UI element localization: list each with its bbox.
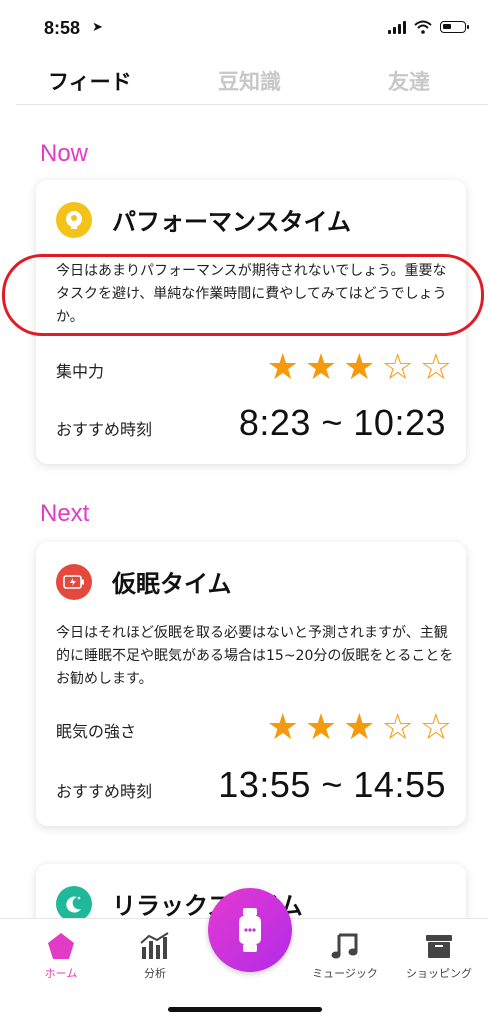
star-empty-icon: ☆: [381, 347, 414, 388]
time-label: おすすめ時刻: [56, 782, 153, 801]
section-next-label: Next: [40, 500, 90, 527]
rating-label: 眠気の強さ: [56, 722, 137, 741]
home-indicator: [168, 1007, 322, 1012]
time-range: 13:55 ~ 14:55: [218, 764, 446, 805]
time-label: おすすめ時刻: [56, 420, 153, 439]
card-title: パフォーマンスタイム: [112, 208, 352, 236]
nav-home-label: ホーム: [44, 967, 78, 980]
nav-shopping-label: ショッピング: [406, 967, 472, 980]
star-filled-icon: ★: [343, 347, 376, 388]
star-filled-icon: ★: [343, 707, 376, 748]
signal-icon: [388, 20, 406, 34]
card-title: 仮眠タイム: [112, 570, 232, 598]
nav-shopping[interactable]: ショッピング: [394, 927, 484, 981]
star-filled-icon: ★: [266, 347, 299, 388]
rating-stars: ★ ★ ★ ☆ ☆: [267, 710, 452, 746]
tabs-divider: [16, 104, 488, 105]
star-empty-icon: ☆: [419, 707, 452, 748]
music-note-icon: [300, 927, 390, 965]
time-range: 8:23 ~ 10:23: [238, 402, 446, 443]
status-icons: [388, 20, 469, 34]
shopping-box-icon: [394, 927, 484, 965]
top-tabs: フィード 豆知識 友達: [0, 60, 488, 106]
star-empty-icon: ☆: [381, 707, 414, 748]
status-bar: 8:58 ➤: [0, 0, 488, 56]
nav-analysis-label: 分析: [144, 967, 166, 980]
center-watch-button[interactable]: [208, 888, 292, 972]
nav-music[interactable]: ミュージック: [300, 927, 390, 981]
tab-friends[interactable]: 友達: [388, 66, 430, 96]
nav-home[interactable]: ホーム: [16, 927, 106, 981]
nap-card[interactable]: 仮眠タイム 今日はそれほど仮眠を取る必要はないと予測されますが、主観的に睡眠不足…: [36, 542, 466, 826]
nav-music-label: ミュージック: [312, 967, 378, 980]
star-filled-icon: ★: [266, 707, 299, 748]
nav-analysis[interactable]: 分析: [110, 927, 200, 981]
chart-icon: [110, 927, 200, 965]
location-arrow-icon: ➤: [92, 20, 103, 35]
tab-trivia[interactable]: 豆知識: [218, 66, 281, 96]
home-pentagon-icon: [16, 927, 106, 965]
star-filled-icon: ★: [304, 347, 338, 388]
tab-feed[interactable]: フィード: [48, 66, 132, 96]
highlight-annotation: [2, 254, 484, 336]
battery-icon: [440, 21, 469, 33]
status-time: 8:58: [44, 18, 81, 38]
wifi-icon: [414, 20, 432, 34]
star-empty-icon: ☆: [419, 347, 452, 388]
rating-stars: ★ ★ ★ ☆ ☆: [267, 350, 452, 386]
rating-label: 集中力: [56, 362, 105, 381]
lightbulb-head-icon: [56, 202, 92, 238]
card-description: 今日はそれほど仮眠を取る必要はないと予測されますが、主観的に睡眠不足や眠気がある…: [56, 625, 454, 687]
star-filled-icon: ★: [304, 707, 338, 748]
watch-icon: [239, 908, 261, 952]
moon-stars-icon: [56, 886, 92, 922]
section-now-label: Now: [40, 140, 89, 167]
battery-charge-icon: [56, 564, 92, 600]
